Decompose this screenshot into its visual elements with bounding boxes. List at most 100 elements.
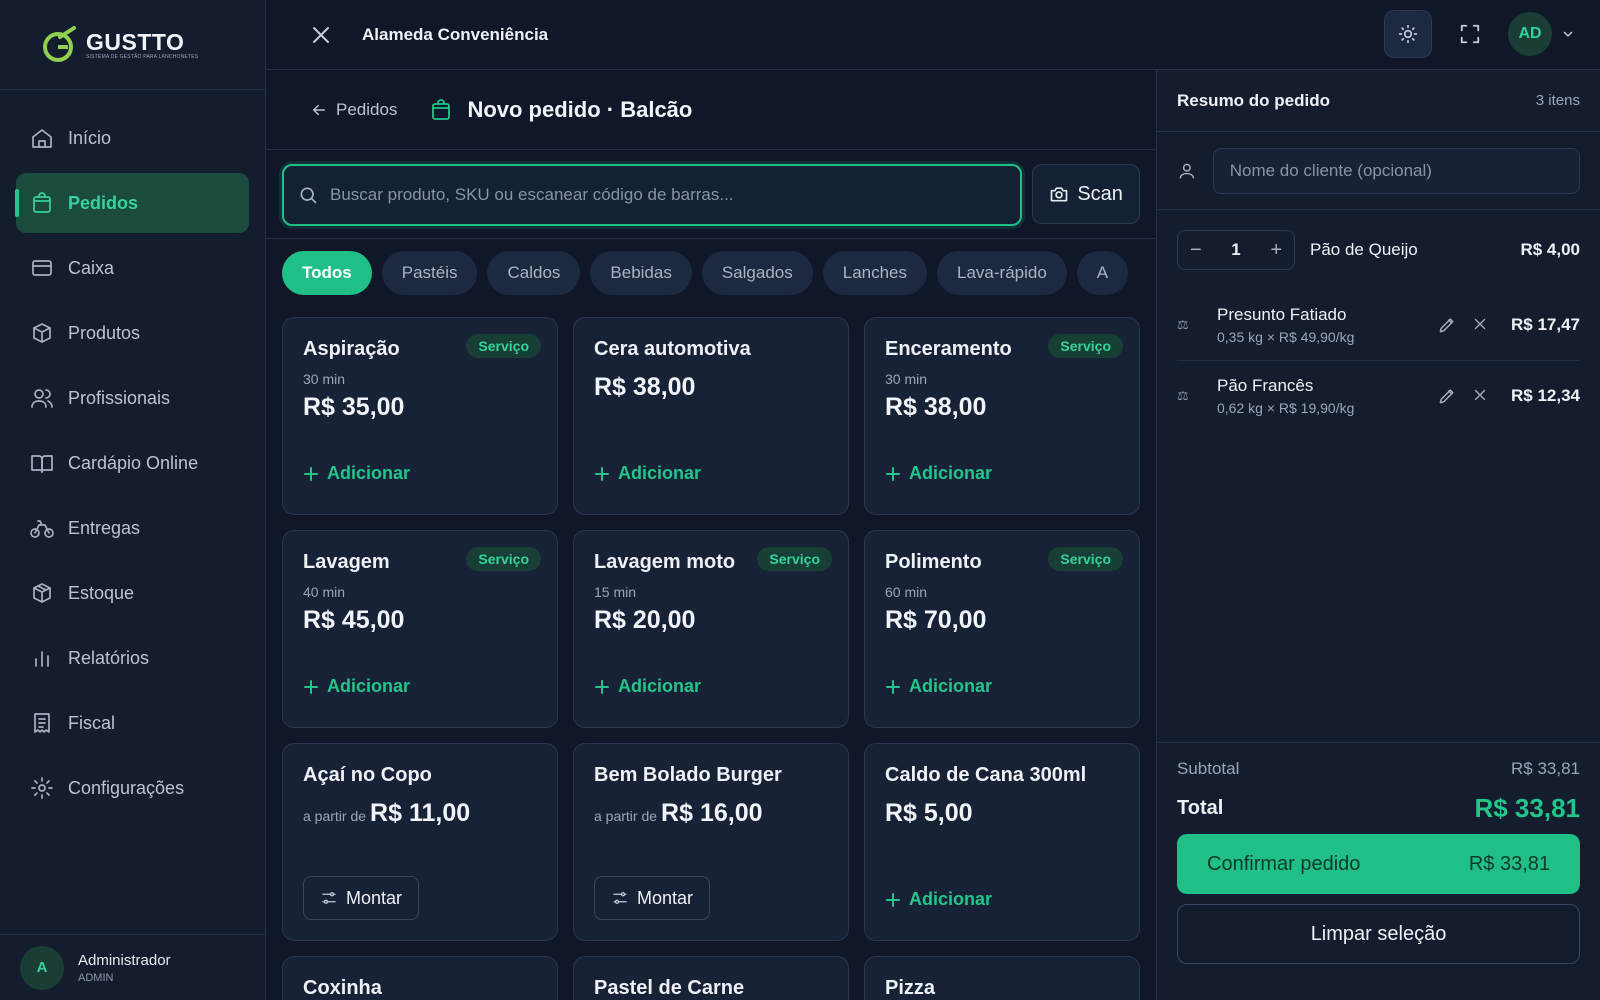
increase-button[interactable]: + (1270, 239, 1282, 262)
category-chip[interactable]: Salgados (701, 251, 813, 295)
remove-icon[interactable] (1471, 315, 1489, 333)
sidebar-item-pedidos[interactable]: Pedidos (15, 173, 249, 233)
product-card[interactable]: Lavagem Serviço 40 min R$ 45,00 Adicionar (282, 530, 558, 728)
product-card[interactable]: Lavagem moto Serviço 15 min R$ 20,00 Adicion… (573, 530, 849, 728)
add-button[interactable]: Adicionar (885, 676, 992, 697)
add-button[interactable]: Adicionar (885, 889, 992, 910)
category-chip[interactable]: Caldos (487, 251, 581, 295)
product-card[interactable]: Caldo de Cana 300ml R$ 5,00 Adicionar (864, 743, 1140, 941)
product-card[interactable]: Açaí no Copo a partir de R$ 11,00 Montar (282, 743, 558, 941)
sidebar-item-estoque[interactable]: Estoque (16, 563, 249, 623)
quantity-stepper: − 1 + (1177, 230, 1295, 270)
product-card[interactable]: Cera automotiva R$ 38,00 Adicionar (573, 317, 849, 515)
category-chip[interactable]: Lava-rápido (937, 251, 1067, 295)
sidebar-item-label: Produtos (68, 322, 141, 343)
sidebar-item-label: Cardápio Online (68, 452, 199, 473)
book-open-icon (31, 455, 53, 473)
product-name: Açaí no Copo (303, 764, 432, 786)
product-card[interactable]: Pastel de Carne (573, 956, 849, 1000)
price-prefix: a partir de (303, 808, 367, 824)
sidebar-item-cardapio-online[interactable]: Cardápio Online (16, 433, 249, 493)
avatar: A (20, 945, 64, 990)
theme-toggle-button[interactable] (1384, 10, 1432, 58)
build-label: Montar (346, 887, 403, 908)
edit-icon[interactable] (1437, 386, 1457, 406)
close-button[interactable] (306, 20, 336, 50)
product-card[interactable]: Coxinha (282, 956, 558, 1000)
search-input[interactable] (330, 185, 1010, 205)
duration: 40 min (303, 584, 346, 600)
product-card[interactable]: Pizza (864, 956, 1140, 1000)
remove-icon[interactable] (1471, 386, 1489, 404)
order-item: ⚖ Pão Francês 0,62 kg × R$ 19,90/kg R$ 12,3… (1177, 360, 1580, 430)
sidebar-item-fiscal[interactable]: Fiscal (16, 693, 249, 753)
confirm-value: R$ 33,81 (1468, 852, 1550, 875)
edit-icon[interactable] (1437, 315, 1457, 335)
plus-icon (304, 466, 318, 481)
plus-icon (886, 466, 900, 481)
summary-title: Resumo do pedido (1177, 90, 1330, 110)
logo[interactable]: GUSTTO SISTEMA DE GESTÃO PARA LANCHONETE… (0, 0, 265, 90)
scan-button[interactable]: Scan (1032, 164, 1140, 224)
add-button[interactable]: Adicionar (303, 463, 410, 484)
build-button[interactable]: Montar (594, 876, 711, 920)
user-menu[interactable]: AD (1508, 12, 1576, 56)
fullscreen-button[interactable] (1446, 10, 1494, 58)
order-summary: Resumo do pedido 3 itens − 1 + Pão de Qu… (1156, 70, 1600, 1000)
subtotal-label: Subtotal (1177, 759, 1240, 778)
shopping-bag-icon (33, 192, 51, 213)
service-badge: Serviço (1048, 547, 1123, 571)
brand-tagline: SISTEMA DE GESTÃO PARA LANCHONETES (86, 53, 199, 60)
client-name-input[interactable] (1212, 147, 1580, 194)
add-button[interactable]: Adicionar (303, 676, 410, 697)
product-card[interactable]: Aspiração Serviço 30 min R$ 35,00 Adicionar (282, 317, 558, 515)
product-price: R$ 5,00 (885, 799, 973, 827)
add-button[interactable]: Adicionar (594, 676, 701, 697)
add-button[interactable]: Adicionar (885, 463, 992, 484)
item-weight-detail: 0,62 kg × R$ 19,90/kg (1217, 399, 1355, 416)
sidebar-item-label: Relatórios (68, 647, 150, 668)
avatar: AD (1508, 12, 1552, 56)
user-profile[interactable]: A Administrador ADMIN (0, 934, 265, 1000)
product-price-row: R$ 70,00 (885, 606, 1119, 635)
item-name: Presunto Fatiado (1217, 305, 1347, 324)
add-label: Adicionar (327, 463, 411, 483)
order-item: − 1 + Pão de Queijo R$ 4,00 (1177, 210, 1580, 290)
product-card[interactable]: Bem Bolado Burger a partir de R$ 16,00 Mont… (573, 743, 849, 941)
add-label: Adicionar (909, 463, 993, 483)
decrease-button[interactable]: − (1190, 239, 1202, 262)
add-label: Adicionar (909, 676, 993, 696)
plus-icon (595, 679, 609, 694)
category-chip[interactable]: Todos (282, 251, 372, 295)
total-value: R$ 33,81 (1474, 793, 1580, 823)
sidebar-item-inicio[interactable]: Início (16, 108, 249, 168)
sliders-icon (613, 892, 627, 904)
quantity-value: 1 (1231, 240, 1241, 259)
back-to-orders-link[interactable]: Pedidos (310, 100, 397, 120)
order-items: − 1 + Pão de Queijo R$ 4,00 ⚖ Presunto Fa… (1157, 210, 1600, 430)
total-row: Total R$ 33,81 (1177, 793, 1580, 824)
search-box (282, 164, 1023, 226)
sidebar-item-relatorios[interactable]: Relatórios (16, 628, 249, 688)
build-button[interactable]: Montar (303, 876, 420, 920)
product-price: R$ 45,00 (303, 606, 405, 634)
category-chip[interactable]: Bebidas (590, 251, 692, 295)
sidebar-item-configuracoes[interactable]: Configurações (16, 758, 249, 818)
sidebar-item-caixa[interactable]: Caixa (16, 238, 249, 298)
product-card[interactable]: Enceramento Serviço 30 min R$ 38,00 Adiciona… (864, 317, 1140, 515)
fullscreen-icon (1460, 24, 1480, 44)
product-card[interactable]: Polimento Serviço 60 min R$ 70,00 Adicionar (864, 530, 1140, 728)
item-price: R$ 12,34 (1511, 385, 1580, 405)
user-role: ADMIN (78, 971, 114, 984)
category-chip[interactable]: A (1076, 251, 1129, 295)
chevron-down-icon (1563, 31, 1573, 37)
add-button[interactable]: Adicionar (594, 463, 701, 484)
sidebar-item-produtos[interactable]: Produtos (16, 303, 249, 363)
clear-selection-button[interactable]: Limpar seleção (1177, 904, 1580, 964)
category-chip[interactable]: Lanches (822, 251, 928, 295)
confirm-order-button[interactable]: Confirmar pedido R$ 33,81 (1177, 834, 1580, 894)
sidebar-item-entregas[interactable]: Entregas (16, 498, 249, 558)
sidebar-item-profissionais[interactable]: Profissionais (16, 368, 249, 428)
item-name: Pão Francês (1217, 375, 1314, 395)
category-chip[interactable]: Pastéis (381, 251, 478, 295)
